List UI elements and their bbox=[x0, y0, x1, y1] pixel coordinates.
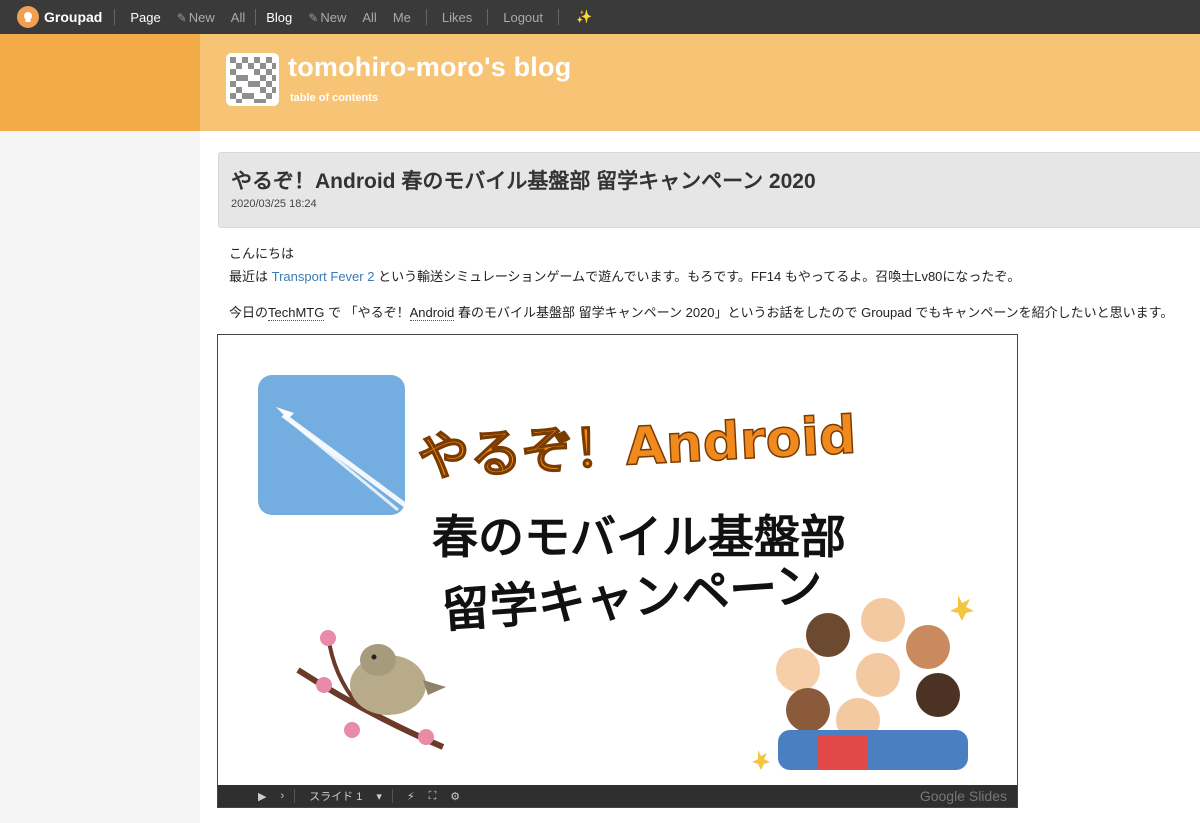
nav-me[interactable]: Me bbox=[393, 10, 411, 25]
android-term[interactable]: Android bbox=[409, 305, 455, 321]
pencil-icon: ✎ bbox=[308, 10, 319, 25]
intro-text-rest: という輸送シミュレーションゲームで遊んでいます。もろです。FF14 もやってるよ… bbox=[374, 269, 1021, 284]
transport-fever-link[interactable]: Transport Fever 2 bbox=[272, 269, 375, 284]
blog-title[interactable]: tomohiro-moro's blog bbox=[288, 52, 571, 83]
intro-paragraph: 最近は Transport Fever 2 という輸送シミュレーションゲームで遊… bbox=[229, 266, 1020, 285]
nav-blog-new-label: New bbox=[320, 9, 347, 25]
bar-divider bbox=[391, 789, 393, 803]
brand-name: Groupad bbox=[44, 9, 103, 25]
nav-divider bbox=[425, 9, 427, 25]
google-slides-logo[interactable]: Google Slides bbox=[920, 788, 1007, 804]
groupad-logo-icon bbox=[17, 6, 39, 28]
slides-control-bar: ▶ › スライド 1 ▾ ⚡ ⛶ ⚙ Google Slides bbox=[218, 785, 1017, 807]
nav-divider bbox=[114, 9, 116, 25]
nav-blog-all[interactable]: All bbox=[362, 10, 376, 25]
slide-select[interactable]: スライド 1 bbox=[309, 788, 362, 804]
gear-icon[interactable]: ⚙ bbox=[450, 790, 460, 803]
next-slide-icon[interactable]: › bbox=[280, 790, 284, 802]
techmtg-text: 今日の bbox=[229, 305, 269, 320]
laser-pointer-icon[interactable]: ⚡ bbox=[407, 790, 415, 803]
bar-divider bbox=[294, 789, 296, 803]
techmtg-text-mid: で 「やるぞ！ bbox=[324, 305, 410, 320]
post-header: やるぞ！Android 春のモバイル基盤部 留学キャンペーン 2020 2020… bbox=[218, 152, 1200, 228]
nav-page[interactable]: Page bbox=[130, 10, 160, 25]
left-sidebar bbox=[0, 131, 200, 823]
greeting-text: こんにちは bbox=[229, 246, 295, 261]
techmtg-text-rest: 春のモバイル基盤部 留学キャンペーン 2020」というお話をしたので Group… bbox=[454, 305, 1174, 320]
post-date: 2020/03/25 18:24 bbox=[231, 198, 317, 210]
header-left-accent bbox=[0, 34, 200, 131]
slide-title-line2: 春のモバイル基盤部 bbox=[432, 510, 846, 564]
dropdown-icon[interactable]: ▾ bbox=[376, 790, 382, 803]
nav-page-new-label: New bbox=[188, 9, 215, 25]
fullscreen-icon[interactable]: ⛶ bbox=[429, 790, 437, 803]
nav-logout[interactable]: Logout bbox=[503, 10, 543, 25]
intro-text: 最近は bbox=[229, 269, 272, 284]
nav-divider bbox=[255, 9, 257, 25]
nav-divider bbox=[558, 9, 559, 25]
nav-blog[interactable]: Blog bbox=[266, 10, 292, 25]
nav-page-all[interactable]: All bbox=[231, 10, 245, 25]
techmtg-term[interactable]: TechMTG bbox=[268, 305, 325, 321]
top-nav: Groupad Page ✎ New All Blog ✎ New All Me L… bbox=[0, 0, 1200, 34]
techmtg-paragraph: 今日のTechMTG で 「やるぞ！Android 春のモバイル基盤部 留学キャ… bbox=[229, 302, 1173, 321]
sparkle-icon[interactable]: ✨ bbox=[576, 9, 592, 25]
blog-header: tomohiro-moro's blog table of contents bbox=[200, 34, 1200, 131]
post-title[interactable]: やるぞ！Android 春のモバイル基盤部 留学キャンペーン 2020 bbox=[231, 165, 816, 195]
avatar[interactable] bbox=[226, 53, 279, 106]
nav-page-new[interactable]: ✎ New bbox=[177, 10, 215, 25]
table-of-contents-link[interactable]: table of contents bbox=[290, 92, 378, 104]
google-slides-embed[interactable]: やるぞ！Android 春のモバイル基盤部 留学キャンペーン ▶ › スライド … bbox=[217, 334, 1018, 808]
airplane-illustration bbox=[258, 375, 407, 515]
nav-blog-new[interactable]: ✎ New bbox=[308, 10, 346, 25]
play-icon[interactable]: ▶ bbox=[258, 790, 266, 803]
pencil-icon: ✎ bbox=[176, 10, 187, 25]
slide-canvas: やるぞ！Android 春のモバイル基盤部 留学キャンペーン bbox=[218, 335, 1017, 783]
nav-likes[interactable]: Likes bbox=[442, 10, 472, 25]
nav-divider bbox=[487, 9, 489, 25]
brand-link[interactable]: Groupad bbox=[17, 6, 102, 28]
